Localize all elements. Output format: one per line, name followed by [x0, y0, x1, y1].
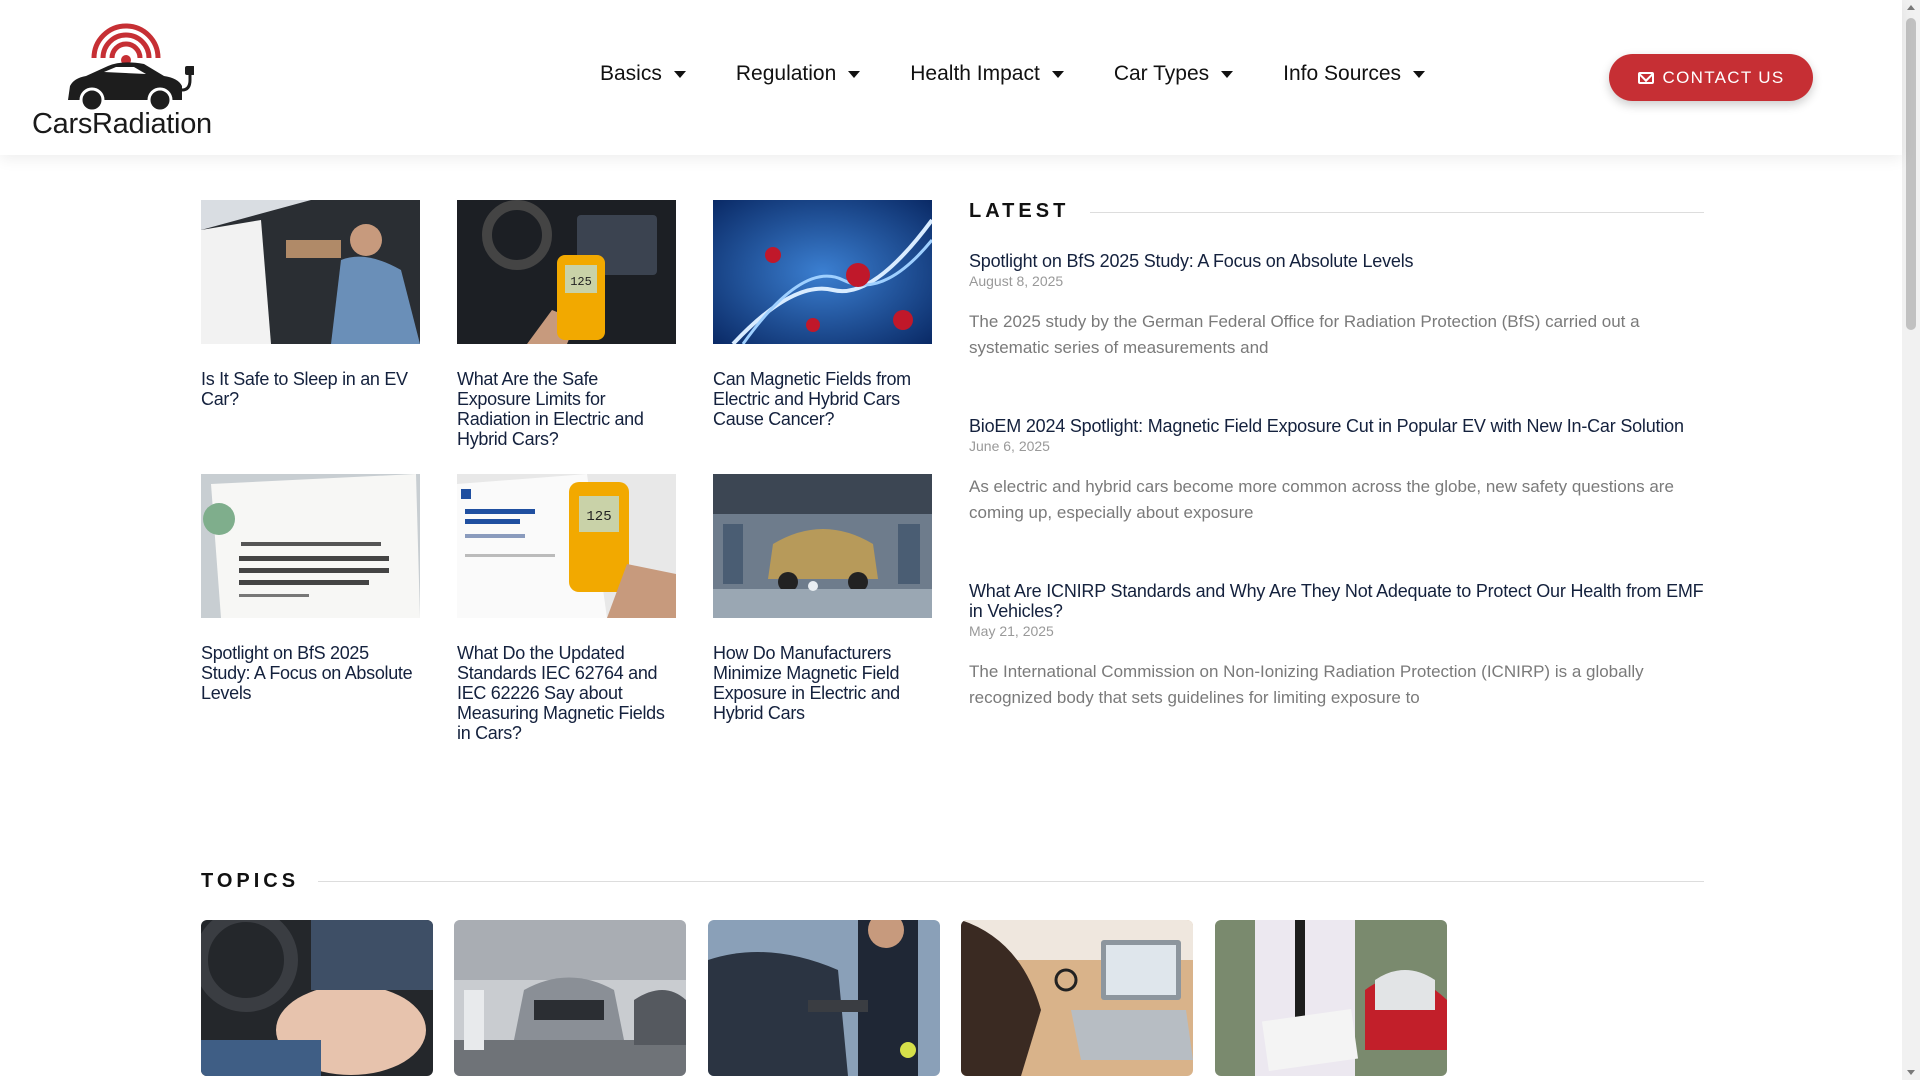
- svg-text:125: 125: [570, 275, 592, 289]
- page-scrollbar[interactable]: [1902, 0, 1920, 1080]
- main-nav: Basics Regulation Health Impact Car Type…: [600, 62, 1475, 86]
- article-title[interactable]: Is It Safe to Sleep in an EV Car?: [201, 369, 420, 409]
- latest-item-date: June 6, 2025: [969, 438, 1050, 454]
- nav-info-sources[interactable]: Info Sources: [1283, 62, 1426, 86]
- latest-item-excerpt: As electric and hybrid cars become more …: [969, 477, 1674, 522]
- latest-item: What Are ICNIRP Standards and Why Are Th…: [969, 581, 1704, 711]
- latest-item-excerpt: The 2025 study by the German Federal Off…: [969, 312, 1640, 357]
- nav-regulation[interactable]: Regulation: [735, 62, 861, 86]
- article-thumbnail[interactable]: 125: [457, 474, 676, 618]
- latest-item-title[interactable]: Spotlight on BfS 2025 Study: A Focus on …: [969, 251, 1704, 271]
- caret-down-icon: [1051, 70, 1064, 78]
- latest-item-date: August 8, 2025: [969, 273, 1064, 289]
- article-card[interactable]: Is It Safe to Sleep in an EV Car?: [201, 200, 420, 409]
- article-thumbnail[interactable]: [713, 474, 932, 618]
- nav-label: Info Sources: [1283, 62, 1402, 85]
- scroll-down-icon[interactable]: [1907, 1070, 1915, 1075]
- article-title[interactable]: Spotlight on BfS 2025 Study: A Focus on …: [201, 643, 420, 703]
- topic-card-pregnancy[interactable]: [201, 920, 433, 1076]
- logo-wordmark: CarsRadiation: [32, 108, 212, 140]
- latest-item: BioEM 2024 Spotlight: Magnetic Field Exp…: [969, 416, 1704, 526]
- article-thumbnail[interactable]: [201, 200, 420, 344]
- latest-heading: LATEST: [969, 200, 1070, 222]
- topic-card-insurance-inspection[interactable]: [1215, 920, 1447, 1076]
- article-card[interactable]: Can Magnetic Fields from Electric and Hy…: [713, 200, 932, 429]
- nav-label: Basics: [600, 62, 662, 85]
- topic-card-charging-lot[interactable]: [454, 920, 686, 1076]
- article-title[interactable]: Can Magnetic Fields from Electric and Hy…: [713, 369, 932, 429]
- topic-card-laptop-research[interactable]: [961, 920, 1193, 1076]
- latest-item-title[interactable]: What Are ICNIRP Standards and Why Are Th…: [969, 581, 1704, 621]
- nav-label: Regulation: [735, 62, 837, 85]
- latest-divider: [1090, 212, 1704, 213]
- topics-heading: TOPICS: [201, 870, 300, 892]
- nav-label: Car Types: [1113, 62, 1210, 85]
- latest-item: Spotlight on BfS 2025 Study: A Focus on …: [969, 251, 1704, 361]
- nav-health-impact[interactable]: Health Impact: [910, 62, 1064, 86]
- article-card[interactable]: 125 What Do the Updated Standards IEC 62…: [457, 474, 676, 743]
- article-card[interactable]: 125 What Are the Safe Exposure Limits fo…: [457, 200, 676, 449]
- caret-down-icon: [673, 70, 686, 78]
- nav-basics[interactable]: Basics: [600, 62, 686, 86]
- topics-divider: [318, 881, 1704, 882]
- article-thumbnail[interactable]: [713, 200, 932, 344]
- scrollbar-thumb[interactable]: [1906, 18, 1916, 330]
- caret-down-icon: [848, 70, 861, 78]
- topic-card-ev-charging[interactable]: [708, 920, 940, 1076]
- scroll-up-icon[interactable]: [1907, 5, 1915, 10]
- site-header: CarsRadiation Basics Regulation Health I…: [0, 0, 1902, 155]
- caret-down-icon: [1221, 70, 1234, 78]
- site-logo[interactable]: CarsRadiation: [30, 20, 212, 140]
- article-thumbnail[interactable]: [201, 474, 420, 618]
- contact-us-button[interactable]: CONTACT US: [1609, 54, 1813, 101]
- contact-us-label: CONTACT US: [1662, 67, 1785, 87]
- latest-item-date: May 21, 2025: [969, 623, 1054, 639]
- car-radiation-logo-icon: [68, 23, 194, 110]
- article-title[interactable]: What Do the Updated Standards IEC 62764 …: [457, 643, 676, 743]
- article-card[interactable]: How Do Manufacturers Minimize Magnetic F…: [713, 474, 932, 723]
- latest-item-excerpt: The International Commission on Non-Ioni…: [969, 662, 1644, 707]
- nav-label: Health Impact: [910, 62, 1040, 85]
- nav-car-types[interactable]: Car Types: [1113, 62, 1234, 86]
- mail-icon: [1637, 71, 1654, 84]
- caret-down-icon: [1413, 70, 1426, 78]
- article-card[interactable]: Spotlight on BfS 2025 Study: A Focus on …: [201, 474, 420, 703]
- latest-item-title[interactable]: BioEM 2024 Spotlight: Magnetic Field Exp…: [969, 416, 1704, 436]
- article-title[interactable]: What Are the Safe Exposure Limits for Ra…: [457, 369, 676, 449]
- article-title[interactable]: How Do Manufacturers Minimize Magnetic F…: [713, 643, 932, 723]
- article-thumbnail[interactable]: 125: [457, 200, 676, 344]
- svg-text:125: 125: [586, 509, 611, 525]
